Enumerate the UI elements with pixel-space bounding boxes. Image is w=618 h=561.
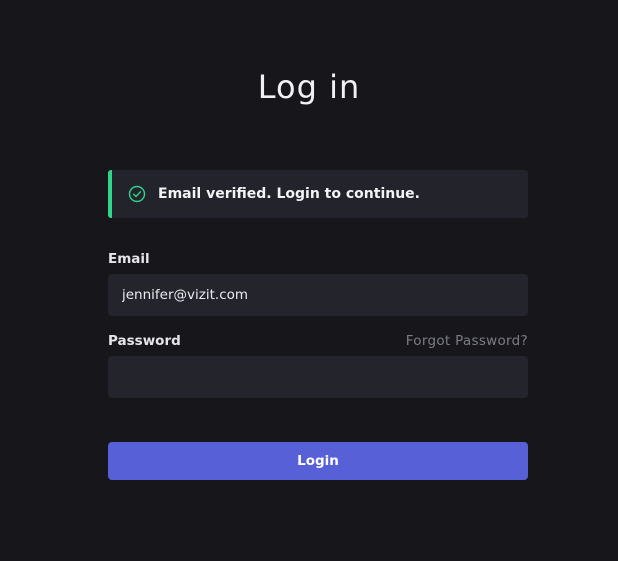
email-label: Email <box>108 251 150 267</box>
page-title: Log in <box>257 68 361 106</box>
password-field[interactable] <box>108 356 528 398</box>
check-circle-icon <box>128 185 146 203</box>
alert-message: Email verified. Login to continue. <box>158 186 420 202</box>
login-page: Log in Email verified. Login to continue… <box>0 0 618 561</box>
password-label: Password <box>108 333 181 349</box>
success-alert: Email verified. Login to continue. <box>108 170 528 218</box>
email-field[interactable] <box>108 274 528 316</box>
forgot-password-link[interactable]: Forgot Password? <box>406 333 528 349</box>
login-button[interactable]: Login <box>108 442 528 480</box>
